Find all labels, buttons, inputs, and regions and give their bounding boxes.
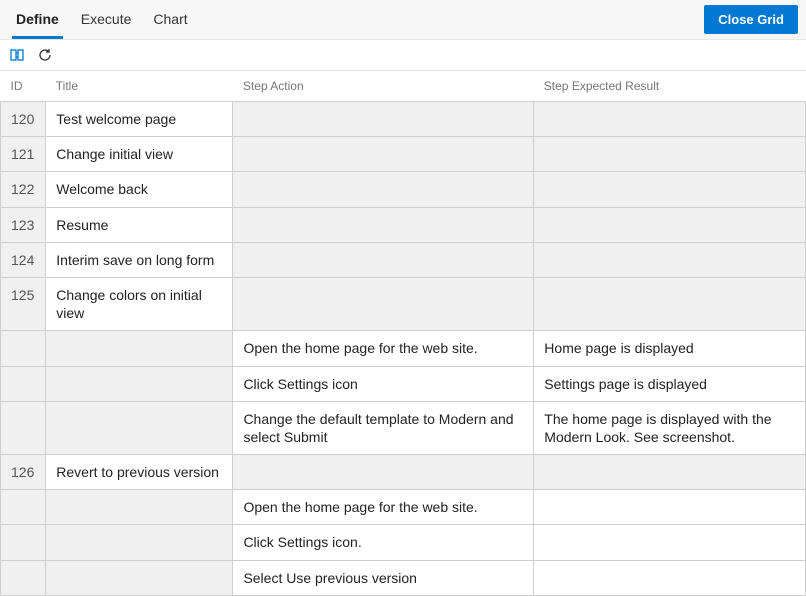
cell-step-action[interactable]: Change the default template to Modern an… <box>233 401 534 454</box>
tab-bar: Define Execute Chart <box>12 1 192 39</box>
tab-execute[interactable]: Execute <box>77 1 136 39</box>
columns-icon[interactable] <box>8 46 26 64</box>
cell-step-result[interactable]: The home page is displayed with the Mode… <box>534 401 806 454</box>
cell-id[interactable]: 120 <box>1 102 46 137</box>
cell-id[interactable]: 125 <box>1 277 46 330</box>
cell-id[interactable]: 123 <box>1 207 46 242</box>
table-row[interactable]: 121Change initial view <box>1 137 806 172</box>
close-grid-button[interactable]: Close Grid <box>704 5 798 34</box>
cell-title[interactable]: Test welcome page <box>46 102 233 137</box>
table-row[interactable]: 124Interim save on long form <box>1 242 806 277</box>
cell-id[interactable]: 121 <box>1 137 46 172</box>
cell-title[interactable] <box>46 525 233 560</box>
cell-step-action[interactable] <box>233 277 534 330</box>
cell-step-action[interactable] <box>233 137 534 172</box>
table-row[interactable]: Click Settings icon. <box>1 525 806 560</box>
tab-define[interactable]: Define <box>12 1 63 39</box>
cell-title[interactable]: Resume <box>46 207 233 242</box>
cell-step-action[interactable] <box>233 172 534 207</box>
cell-step-result[interactable] <box>534 277 806 330</box>
secondary-toolbar <box>0 40 806 71</box>
cell-step-result[interactable]: Settings page is displayed <box>534 366 806 401</box>
cell-step-result[interactable] <box>534 102 806 137</box>
cell-title[interactable]: Change initial view <box>46 137 233 172</box>
cell-step-action[interactable]: Click Settings icon <box>233 366 534 401</box>
cell-title[interactable] <box>46 366 233 401</box>
cell-step-action[interactable] <box>233 242 534 277</box>
tab-chart[interactable]: Chart <box>149 1 191 39</box>
cell-id[interactable] <box>1 525 46 560</box>
cell-title[interactable]: Interim save on long form <box>46 242 233 277</box>
cell-step-result[interactable] <box>534 172 806 207</box>
cell-step-result[interactable] <box>534 455 806 490</box>
cell-step-action[interactable] <box>233 102 534 137</box>
cell-step-action[interactable] <box>233 455 534 490</box>
cell-step-action[interactable]: Open the home page for the web site. <box>233 331 534 366</box>
cell-title[interactable] <box>46 401 233 454</box>
cell-step-result[interactable]: Home page is displayed <box>534 331 806 366</box>
cell-step-action[interactable]: Open the home page for the web site. <box>233 490 534 525</box>
table-row[interactable]: 126Revert to previous version <box>1 455 806 490</box>
cell-title[interactable]: Revert to previous version <box>46 455 233 490</box>
table-row[interactable]: 122Welcome back <box>1 172 806 207</box>
cell-step-result[interactable] <box>534 207 806 242</box>
col-header-id[interactable]: ID <box>1 71 46 102</box>
refresh-icon[interactable] <box>36 46 54 64</box>
cell-step-action[interactable] <box>233 207 534 242</box>
col-header-action[interactable]: Step Action <box>233 71 534 102</box>
header-row: ID Title Step Action Step Expected Resul… <box>1 71 806 102</box>
cell-id[interactable]: 122 <box>1 172 46 207</box>
cell-step-result[interactable] <box>534 560 806 595</box>
cell-id[interactable] <box>1 331 46 366</box>
top-toolbar: Define Execute Chart Close Grid <box>0 0 806 40</box>
cell-id[interactable] <box>1 401 46 454</box>
cell-step-result[interactable] <box>534 490 806 525</box>
cell-id[interactable]: 124 <box>1 242 46 277</box>
table-row[interactable]: 120Test welcome page <box>1 102 806 137</box>
cell-step-action[interactable]: Select Use previous version <box>233 560 534 595</box>
cell-step-result[interactable] <box>534 242 806 277</box>
cell-id[interactable]: 126 <box>1 455 46 490</box>
cell-title[interactable] <box>46 331 233 366</box>
cell-title[interactable] <box>46 560 233 595</box>
table-row[interactable]: Open the home page for the web site. <box>1 490 806 525</box>
table-row[interactable]: Select Use previous version <box>1 560 806 595</box>
cell-id[interactable] <box>1 490 46 525</box>
cell-step-result[interactable] <box>534 137 806 172</box>
table-row[interactable]: 125Change colors on initial view <box>1 277 806 330</box>
table-row[interactable]: 123Resume <box>1 207 806 242</box>
table-row[interactable]: Open the home page for the web site.Home… <box>1 331 806 366</box>
col-header-result[interactable]: Step Expected Result <box>534 71 806 102</box>
cell-id[interactable] <box>1 560 46 595</box>
col-header-title[interactable]: Title <box>46 71 233 102</box>
cell-title[interactable]: Change colors on initial view <box>46 277 233 330</box>
table-row[interactable]: Click Settings iconSettings page is disp… <box>1 366 806 401</box>
cell-step-action[interactable]: Click Settings icon. <box>233 525 534 560</box>
cell-id[interactable] <box>1 366 46 401</box>
cell-title[interactable] <box>46 490 233 525</box>
cell-title[interactable]: Welcome back <box>46 172 233 207</box>
table-row[interactable]: Change the default template to Modern an… <box>1 401 806 454</box>
cell-step-result[interactable] <box>534 525 806 560</box>
test-grid: ID Title Step Action Step Expected Resul… <box>0 71 806 596</box>
